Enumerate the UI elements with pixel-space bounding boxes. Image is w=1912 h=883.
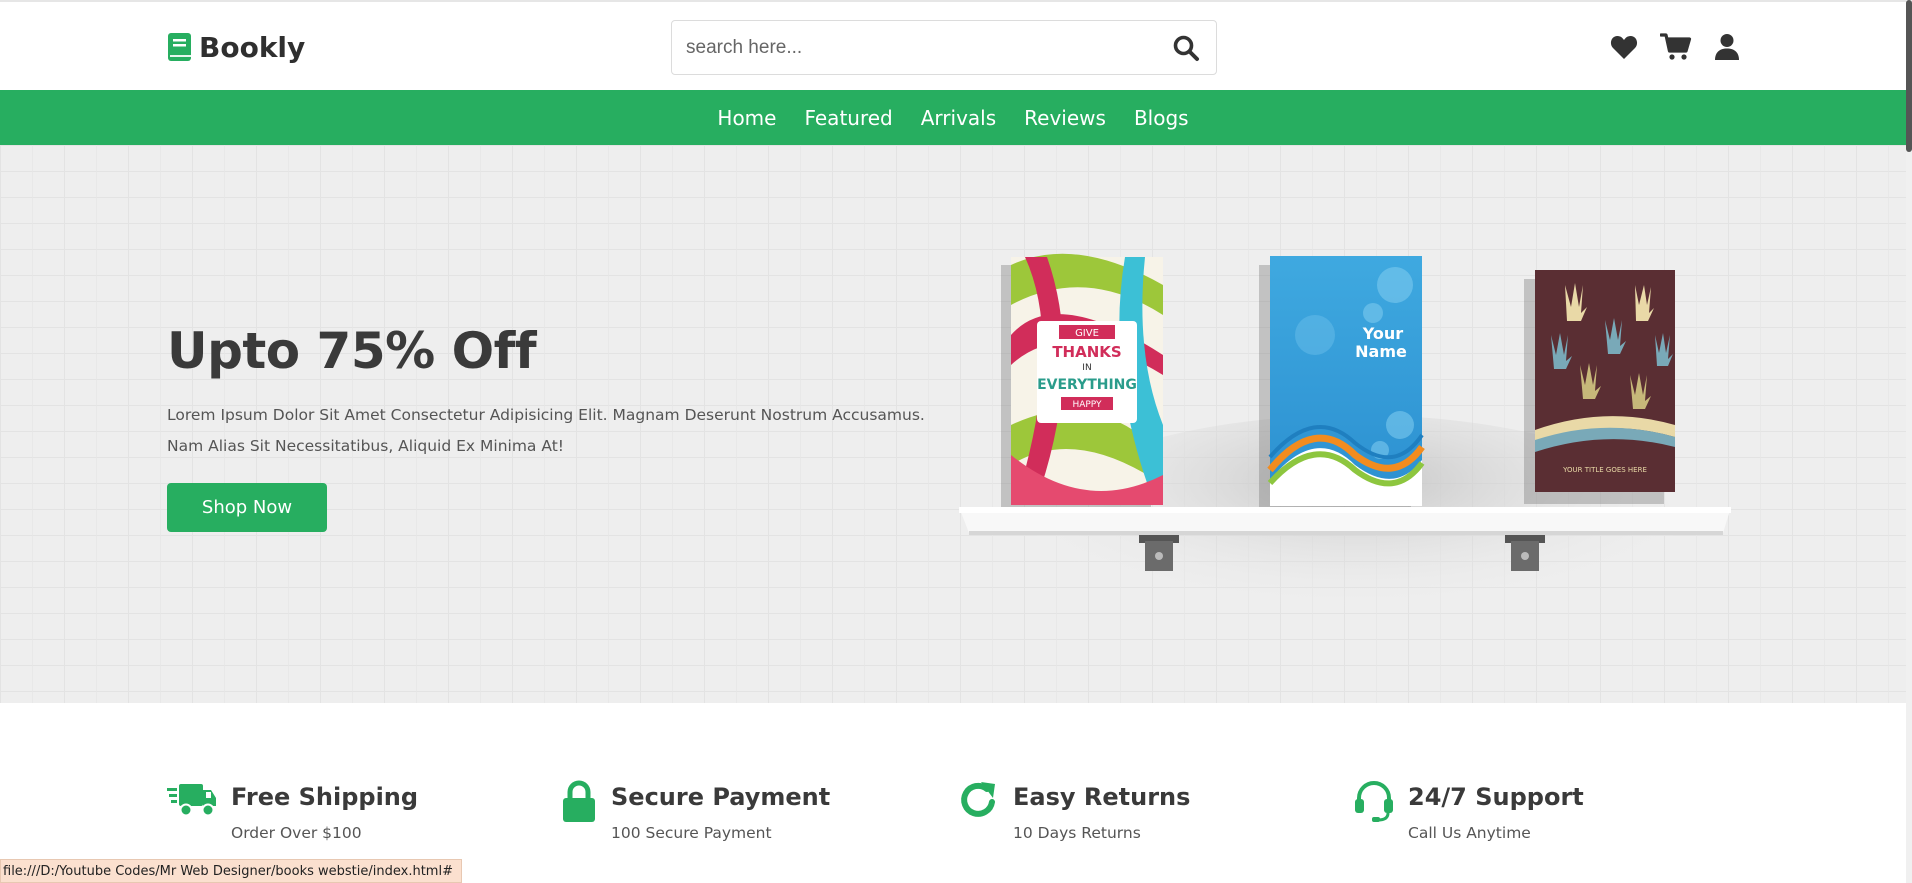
feature-subtitle: Order Over $100 [231, 824, 362, 842]
nav-featured[interactable]: Featured [804, 106, 892, 130]
feature-secure-payment: Secure Payment 100 Secure Payment [561, 780, 830, 842]
user-icon [1715, 34, 1739, 60]
book-icon [168, 33, 191, 61]
logo-link[interactable]: Bookly [167, 30, 305, 64]
header-top: Bookly [0, 0, 1906, 90]
feature-support: 24/7 Support Call Us Anytime [1354, 780, 1584, 842]
book1-line5: HAPPY [1072, 400, 1102, 410]
book3-title: YOUR TITLE GOES HERE [1562, 466, 1647, 474]
shelf-bracket-left [1139, 535, 1179, 571]
book1-line4: EVERYTHING [1037, 377, 1137, 393]
bookshelf-illustration: GIVE THANKS IN EVERYTHING HAPPY Your Nam… [959, 253, 1731, 635]
wishlist-button[interactable] [1610, 34, 1638, 60]
feature-subtitle: 10 Days Returns [1013, 824, 1141, 842]
account-button[interactable] [1714, 33, 1740, 61]
feature-title: Free Shipping [231, 783, 419, 811]
cart-icon [1660, 33, 1692, 60]
main-nav: Home Featured Arrivals Reviews Blogs [0, 90, 1906, 145]
feature-title: 24/7 Support [1408, 783, 1584, 811]
feature-subtitle: 100 Secure Payment [611, 824, 772, 842]
book-cover-thanks: GIVE THANKS IN EVERYTHING HAPPY [1001, 253, 1163, 510]
logo-text: Bookly [199, 30, 306, 64]
browser-status-bar: file:///D:/Youtube Codes/Mr Web Designer… [0, 859, 462, 883]
heart-icon [1610, 36, 1638, 59]
shelf-bracket-right [1505, 535, 1545, 571]
feature-title: Secure Payment [611, 783, 831, 811]
book1-line3: IN [1082, 363, 1091, 373]
redo-icon [961, 782, 995, 817]
nav-arrivals[interactable]: Arrivals [921, 106, 996, 130]
search-button[interactable] [1156, 21, 1216, 74]
nav-blogs[interactable]: Blogs [1134, 106, 1189, 130]
lock-icon [563, 780, 595, 822]
hero-title: Upto 75% Off [167, 322, 537, 380]
feature-title: Easy Returns [1013, 783, 1191, 811]
book-cover-hands: YOUR TITLE GOES HERE [1524, 270, 1675, 504]
header-icons [1610, 30, 1740, 64]
truck-icon [167, 784, 216, 817]
shop-now-button[interactable]: Shop Now [167, 483, 327, 532]
scrollbar-thumb[interactable] [1906, 0, 1912, 152]
feature-easy-returns: Easy Returns 10 Days Returns [959, 780, 1190, 842]
headset-icon [1355, 781, 1393, 822]
cart-button[interactable] [1660, 33, 1692, 61]
feature-free-shipping: Free Shipping Order Over $100 [167, 780, 418, 842]
book-cover-your-name: Your Name [1259, 256, 1425, 510]
hero-description: Lorem Ipsum Dolor Sit Amet Consectetur A… [167, 406, 925, 455]
nav-reviews[interactable]: Reviews [1024, 106, 1106, 130]
book1-line1: GIVE [1075, 328, 1099, 339]
hero-section: Upto 75% Off Lorem Ipsum Dolor Sit Amet … [0, 145, 1906, 703]
search-form [671, 20, 1217, 75]
book2-line1: Your [1362, 324, 1404, 343]
book2-line2: Name [1355, 342, 1407, 361]
page: Bookly search here... Home Featured Arri… [0, 0, 1912, 883]
book1-line2: THANKS [1052, 343, 1121, 361]
feature-subtitle: Call Us Anytime [1408, 824, 1531, 842]
nav-home[interactable]: Home [717, 106, 776, 130]
search-icon [1173, 35, 1199, 61]
search-input[interactable] [672, 21, 1156, 74]
page-scrollbar[interactable] [1906, 0, 1912, 883]
